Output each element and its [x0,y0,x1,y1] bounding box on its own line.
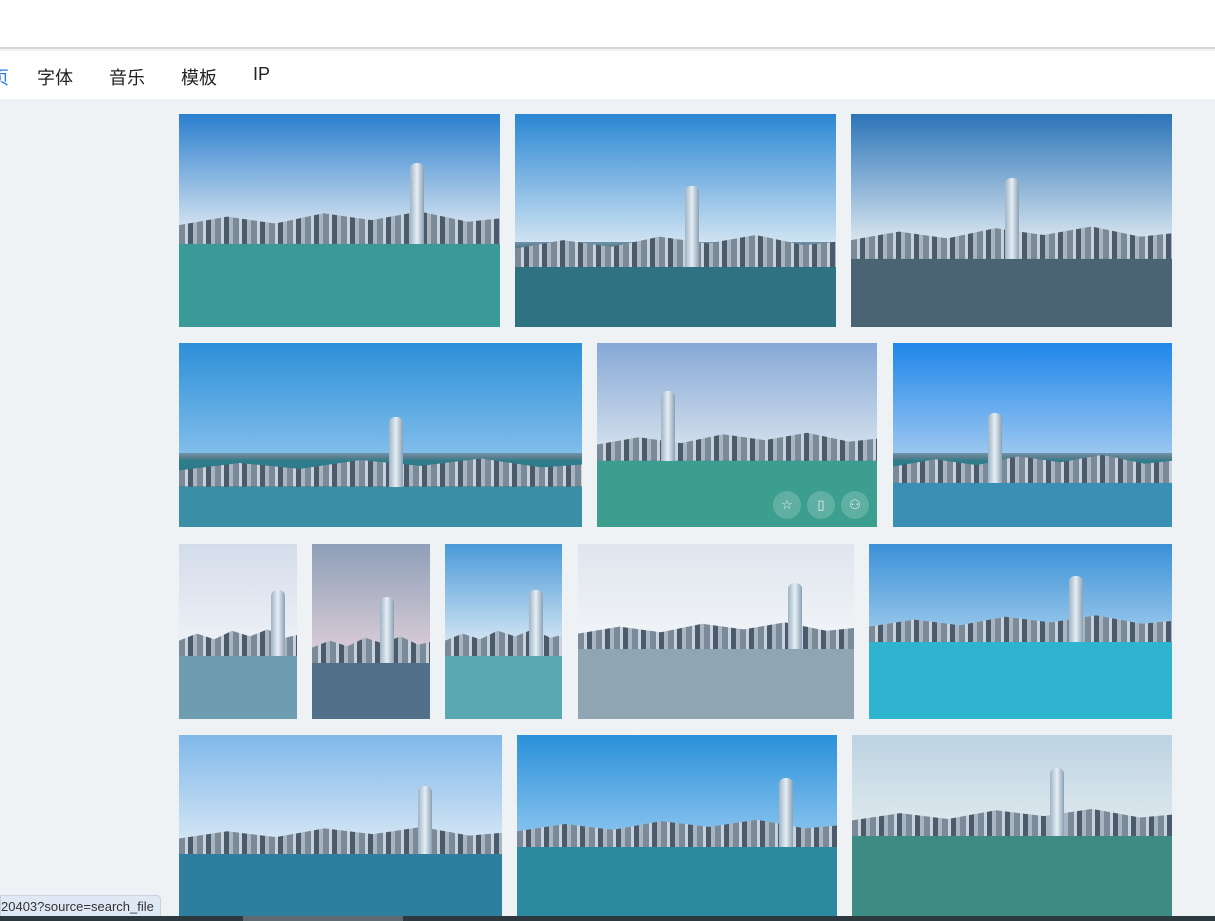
gallery-image[interactable]: ☆ ▯ ⚇ [597,343,877,527]
gallery-image[interactable] [179,735,502,916]
nav-item-music[interactable]: 音乐 [109,64,145,90]
gallery-image[interactable] [517,735,837,916]
gallery-image[interactable] [851,114,1172,327]
gallery-image[interactable] [893,343,1172,527]
gallery-image[interactable] [312,544,430,719]
browser-top-bar [0,0,1215,49]
gallery-image[interactable] [578,544,854,719]
gallery-image[interactable] [852,735,1172,916]
gallery-image[interactable] [869,544,1172,719]
nav-item-ip[interactable]: IP [253,64,270,85]
hover-actions: ☆ ▯ ⚇ [773,491,869,519]
gallery-image[interactable] [179,544,297,719]
status-bar-url: 20403?source=search_file [0,895,161,918]
gallery-image[interactable] [179,114,500,327]
nav-item-home[interactable]: 页 [0,64,9,90]
gallery-image[interactable] [179,343,582,527]
gallery-image[interactable] [515,114,836,327]
nav-item-fonts[interactable]: 字体 [37,64,73,90]
book-icon[interactable]: ▯ [807,491,835,519]
scrollbar-thumb[interactable] [243,916,403,921]
horizontal-scrollbar[interactable] [0,916,1215,921]
star-icon[interactable]: ☆ [773,491,801,519]
nav-item-templates[interactable]: 模板 [181,64,217,90]
user-icon[interactable]: ⚇ [841,491,869,519]
gallery-image[interactable] [445,544,562,719]
category-nav: 页 字体 音乐 模板 IP [0,51,1215,99]
